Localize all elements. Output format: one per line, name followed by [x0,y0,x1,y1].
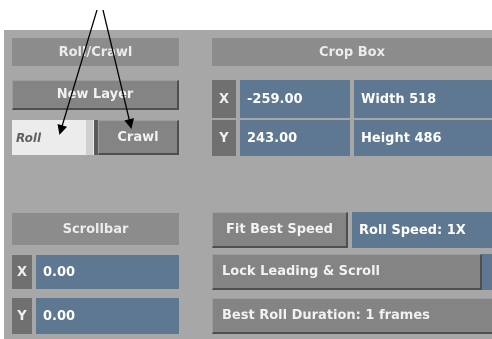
callout-arrows [57,9,135,135]
callout-arrow-crawl [102,9,135,129]
callout-arrow-roll [57,9,98,135]
